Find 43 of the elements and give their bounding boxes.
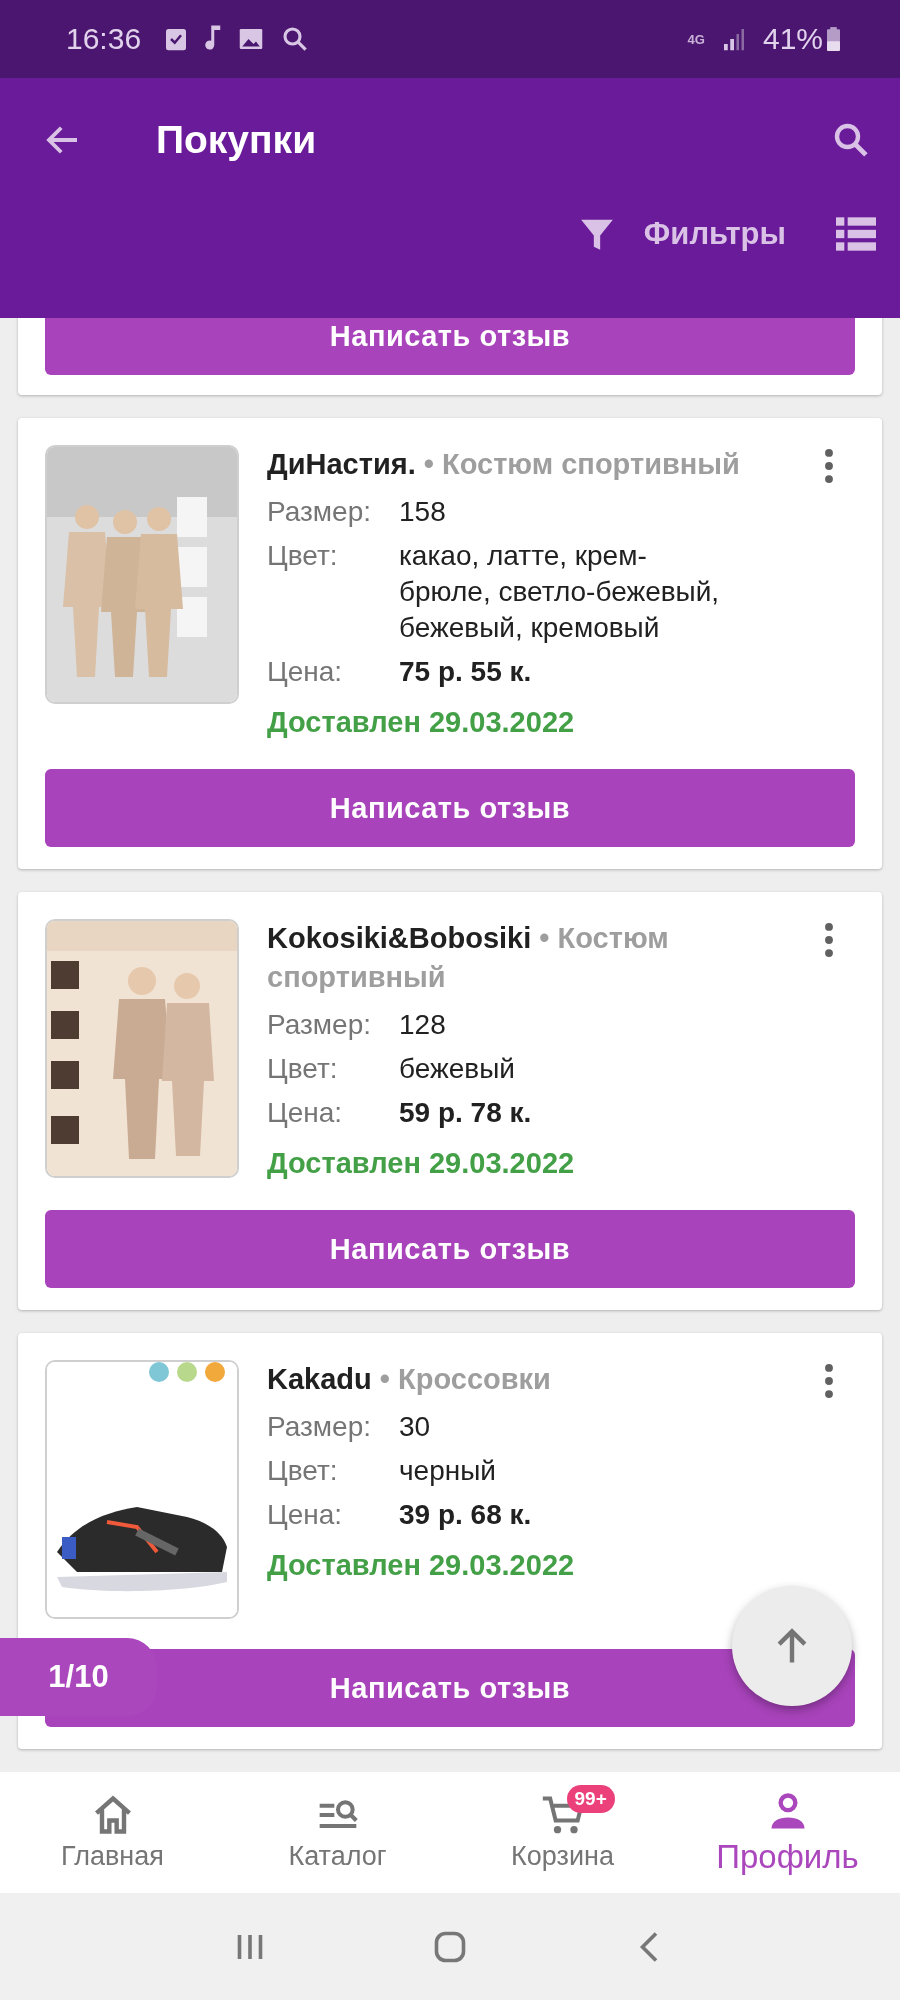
price-value: 39 р. 68 к. [399, 1498, 533, 1532]
cart-count-badge: 99+ [566, 1785, 615, 1813]
price-value: 59 р. 78 к. [399, 1096, 533, 1130]
delivery-status: Доставлен 29.03.2022 [267, 1147, 576, 1180]
size-value: 158 [399, 495, 447, 529]
color-label: Цвет: [267, 539, 339, 573]
delivery-status: Доставлен 29.03.2022 [267, 706, 576, 739]
network-type: 4G [687, 31, 705, 47]
color-label: Цвет: [267, 1052, 339, 1086]
color-label: Цвет: [267, 1454, 339, 1488]
nav-tab[interactable]: 99+ Корзина [450, 1772, 675, 1893]
list-view-icon[interactable] [836, 217, 876, 251]
size-value: 128 [399, 1008, 447, 1042]
size-label: Размер: [267, 1008, 372, 1042]
price-label: Цена: [267, 1096, 344, 1130]
product-title: Kakadu • Кроссовки [267, 1362, 552, 1397]
delivery-status: Доставлен 29.03.2022 [267, 1549, 576, 1582]
price-label: Цена: [267, 655, 344, 689]
nav-tab[interactable]: Профиль [675, 1772, 900, 1893]
nav-tab[interactable]: Каталог [225, 1772, 450, 1893]
status-time: 16:36 [66, 22, 142, 56]
color-value: черный [399, 1454, 497, 1488]
size-label: Размер: [267, 1410, 372, 1444]
price-value: 75 р. 55 к. [399, 655, 533, 689]
filters-button[interactable]: Фильтры [643, 216, 786, 252]
more-options-icon[interactable] [825, 1364, 833, 1398]
product-title: ДиНастия. • Костюм спортивный [267, 447, 741, 482]
color-value: бежевый [399, 1052, 516, 1086]
page-counter: 1/10 [0, 1638, 157, 1716]
price-label: Цена: [267, 1498, 344, 1532]
color-value: какао, латте, крем-брюле, светло-бежевый, бежевый, кремовый [399, 539, 721, 645]
nav-tab[interactable]: Главная [0, 1772, 225, 1893]
page-title: Покупки [156, 118, 317, 162]
write-review-button[interactable]: Написать отзыв [45, 769, 855, 847]
battery-icon [827, 26, 840, 52]
more-options-icon[interactable] [825, 923, 833, 957]
write-review-button[interactable]: Написать отзыв [45, 1210, 855, 1288]
battery-percent: 41% [762, 22, 823, 56]
size-value: 30 [399, 1410, 432, 1444]
write-review-button[interactable]: Написать отзыв [45, 318, 855, 375]
size-label: Размер: [267, 495, 372, 529]
product-title: Kokosiki&Bobosiki • Костюм спортивный [267, 921, 670, 995]
more-options-icon[interactable] [825, 449, 833, 483]
